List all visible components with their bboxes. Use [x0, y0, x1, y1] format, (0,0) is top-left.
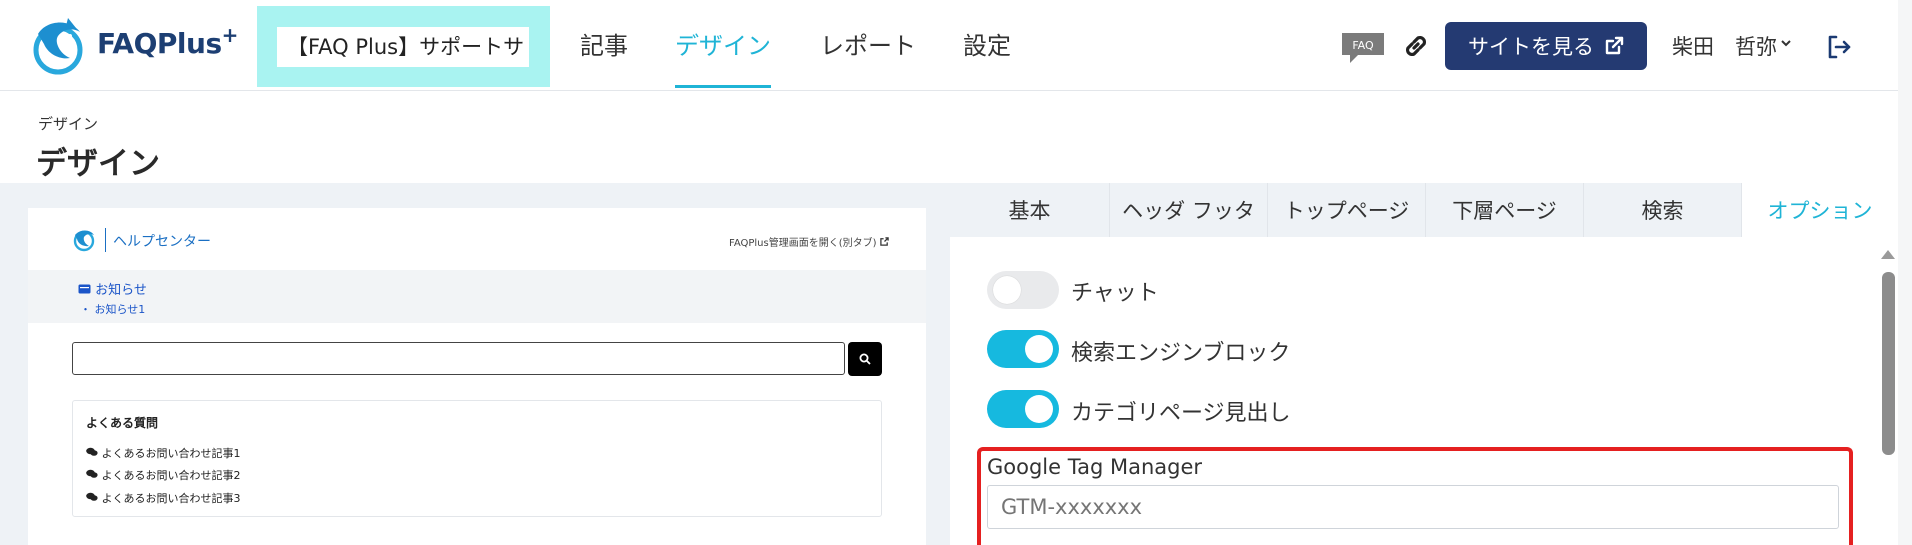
preview-news-item[interactable]: ・ お知らせ1: [80, 301, 145, 317]
tab-header-footer[interactable]: ヘッダ フッタ: [1110, 183, 1268, 237]
view-site-button[interactable]: サイトを見る: [1445, 22, 1647, 70]
comments-icon: [86, 492, 98, 501]
tab-sub-pages[interactable]: 下層ページ: [1426, 183, 1584, 237]
gtm-input[interactable]: [987, 485, 1839, 529]
chat-toggle[interactable]: [987, 271, 1059, 309]
category-heading-label: カテゴリページ見出し: [1071, 401, 1291, 426]
logout-icon[interactable]: [1825, 33, 1853, 61]
preview-admin-link[interactable]: FAQPlus管理画面を開く(別タブ): [729, 234, 889, 249]
preview-logo-icon: [73, 230, 95, 252]
preview-search-button: [848, 342, 882, 376]
tab-options[interactable]: オプション: [1742, 183, 1898, 237]
page-title: デザイン: [36, 146, 160, 182]
news-card-icon: [78, 284, 91, 294]
view-site-label: サイトを見る: [1468, 35, 1594, 59]
preview-brand: ヘルプセンター: [113, 234, 211, 250]
logo-text: FAQPlus+: [97, 23, 238, 60]
preview-faq-item[interactable]: よくあるお問い合わせ記事3: [86, 490, 241, 506]
chat-toggle-label: チャット: [1071, 281, 1159, 306]
nav-settings[interactable]: 設定: [963, 26, 1011, 61]
preview-faq-title: よくある質問: [86, 416, 159, 430]
faq-bubble-icon[interactable]: FAQ: [1340, 31, 1386, 65]
gtm-label: Google Tag Manager: [987, 455, 1203, 479]
tab-basic[interactable]: 基本: [950, 183, 1110, 237]
preview-search-input: [72, 342, 845, 375]
external-link-icon: [1605, 36, 1624, 55]
preview-news-heading[interactable]: お知らせ: [78, 279, 147, 298]
chevron-down-icon[interactable]: [1780, 38, 1792, 48]
faq-badge-text: FAQ: [1352, 39, 1374, 52]
external-link-icon: [879, 237, 889, 246]
search-icon: [859, 353, 871, 365]
nav-design[interactable]: デザイン: [675, 26, 771, 61]
dolphin-logo-icon: [33, 18, 83, 75]
nav-reports[interactable]: レポート: [820, 26, 916, 61]
link-icon[interactable]: [1400, 30, 1432, 62]
breadcrumb[interactable]: デザイン: [38, 113, 98, 134]
search-engine-block-toggle[interactable]: [987, 330, 1059, 368]
search-engine-block-label: 検索エンジンブロック: [1071, 341, 1291, 366]
scroll-up-arrow-icon[interactable]: [1881, 250, 1895, 259]
window-edge: [1898, 0, 1912, 545]
preview-faq-item[interactable]: よくあるお問い合わせ記事2: [86, 467, 241, 483]
user-menu[interactable]: 柴田 哲弥: [1672, 31, 1777, 61]
tab-top-page[interactable]: トップページ: [1268, 183, 1426, 237]
comments-icon: [86, 469, 98, 478]
tab-search[interactable]: 検索: [1584, 183, 1742, 237]
scroll-thumb[interactable]: [1882, 272, 1895, 455]
site-selector[interactable]: 【FAQ Plus】サポートサ: [277, 27, 529, 67]
active-nav-indicator: [675, 85, 771, 88]
nav-articles[interactable]: 記事: [580, 26, 628, 61]
comments-icon: [86, 447, 98, 456]
preview-logo-divider: [105, 228, 106, 252]
preview-news-section: [28, 270, 926, 323]
preview-faq-item[interactable]: よくあるお問い合わせ記事1: [86, 445, 241, 461]
category-heading-toggle[interactable]: [987, 390, 1059, 428]
